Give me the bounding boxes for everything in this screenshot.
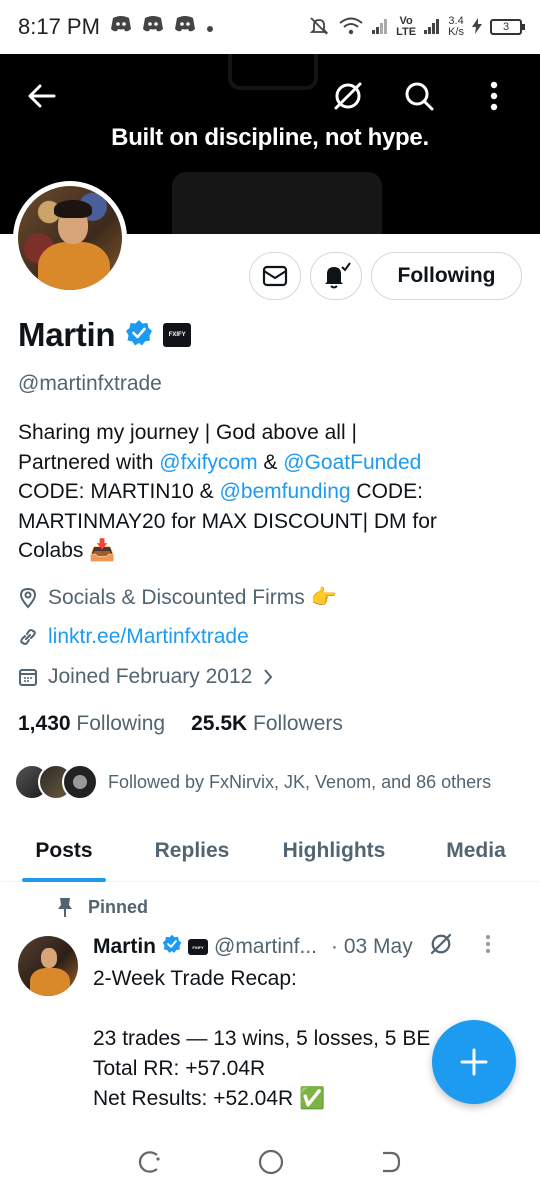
profile-tabs: Posts Replies Highlights Media [0,820,540,882]
location-pin-icon [19,587,37,609]
avatar-image [18,186,122,290]
followed-by[interactable]: Followed by FxNirvix, JK, Venom, and 86 … [14,764,491,800]
profile-name-row: Martin FXIFY [18,316,192,354]
bell-check-icon [325,262,351,289]
message-button[interactable] [249,252,301,300]
dot-icon [206,16,214,39]
home-icon[interactable] [257,1148,285,1181]
avatar [62,764,98,800]
notifications-button[interactable] [310,252,362,300]
profile-joined[interactable]: Joined February 2012 [18,665,274,689]
tab-posts[interactable]: Posts [0,820,128,882]
back-button[interactable] [22,76,62,116]
banner-tagline: Built on discipline, not hype. [111,124,429,151]
post-author-name[interactable]: Martin [93,935,156,959]
search-button[interactable] [399,76,439,116]
status-time: 8:17 PM [18,14,100,39]
battery-indicator: 3 [490,19,525,35]
bio-line: MARTINMAY20 for MAX DISCOUNT| DM for [18,509,437,533]
profile-bio: Sharing my journey | God above all | Par… [18,418,518,566]
affiliate-badge[interactable]: FXIFY [188,939,208,955]
post-header: Martin FXIFY @martinf... · 03 May [93,932,491,962]
more-button[interactable] [474,76,514,116]
calendar-icon [19,669,37,686]
pin-icon [58,898,72,917]
tab-replies[interactable]: Replies [128,820,256,882]
followers-stat[interactable]: 25.5K Followers [191,712,343,736]
affiliate-badge[interactable]: FXIFY [163,323,192,347]
plus-icon [460,1048,488,1076]
charging-icon [472,17,482,37]
grok-icon [334,82,362,110]
bio-line: Colabs 📥 [18,539,116,562]
mention-link[interactable]: @GoatFunded [283,451,421,474]
grok-button[interactable] [328,76,368,116]
pinned-indicator: Pinned [56,896,148,918]
status-bar: 8:17 PM Vo LTE 3.4 K/s 3 [0,0,540,54]
grok-icon[interactable] [429,932,453,962]
location-text: Socials & Discounted Firms 👉 [48,586,337,609]
profile-avatar[interactable] [13,181,127,295]
envelope-icon [262,265,288,287]
compose-button[interactable] [432,1020,516,1104]
bio-line: Sharing my journey | God above all | [18,421,357,444]
website-link[interactable]: linktr.ee/Martinfxtrade [48,625,249,649]
profile-location: Socials & Discounted Firms 👉 [18,586,337,610]
search-icon [405,82,434,111]
arrow-left-icon [28,84,56,108]
mention-link[interactable]: @fxifycom [159,451,257,474]
signal-icon [424,18,440,37]
more-vertical-icon [490,81,498,111]
link-icon [20,629,36,645]
banner-decoration [172,172,382,234]
mention-link[interactable]: @bemfunding [220,480,351,503]
active-tab-indicator [22,878,106,882]
discord-icon [174,15,196,39]
tab-highlights[interactable]: Highlights [256,820,412,882]
followed-by-text: Followed by FxNirvix, JK, Venom, and 86 … [108,771,492,792]
discord-icon [110,15,132,39]
post-author-handle: @martinf... [214,935,318,958]
more-vertical-icon[interactable] [485,934,491,960]
follow-stats: 1,430 Following 25.5K Followers [18,712,343,736]
followed-by-avatars [14,764,98,800]
volte-indicator: Vo LTE [396,15,417,38]
tab-media[interactable]: Media [412,820,540,882]
profile-handle: @martinfxtrade [18,372,162,395]
following-stat[interactable]: 1,430 Following [18,712,165,736]
wifi-icon [338,16,364,39]
verified-badge-icon [162,934,182,960]
post-author-avatar[interactable] [18,936,78,996]
following-button[interactable]: Following [371,252,522,300]
bio-line: CODE: MARTIN10 & @bemfunding CODE: [18,480,423,503]
post-date: · 03 May [331,935,413,958]
display-name: Martin [18,316,116,353]
banner-decoration [228,54,318,90]
mute-icon [308,15,330,40]
profile-website: linktr.ee/Martinfxtrade [18,625,249,649]
chevron-right-icon [264,669,273,685]
net-speed: 3.4 K/s [448,15,464,38]
joined-text: Joined February 2012 [48,665,253,688]
verified-badge-icon [125,319,153,352]
recents-icon[interactable] [137,1149,163,1180]
system-nav-bar [0,1128,540,1200]
bio-line: Partnered with @fxifycom & @GoatFunded [18,450,422,474]
back-nav-icon[interactable] [379,1149,403,1180]
discord-icon [142,15,164,39]
signal-icon [372,18,388,37]
